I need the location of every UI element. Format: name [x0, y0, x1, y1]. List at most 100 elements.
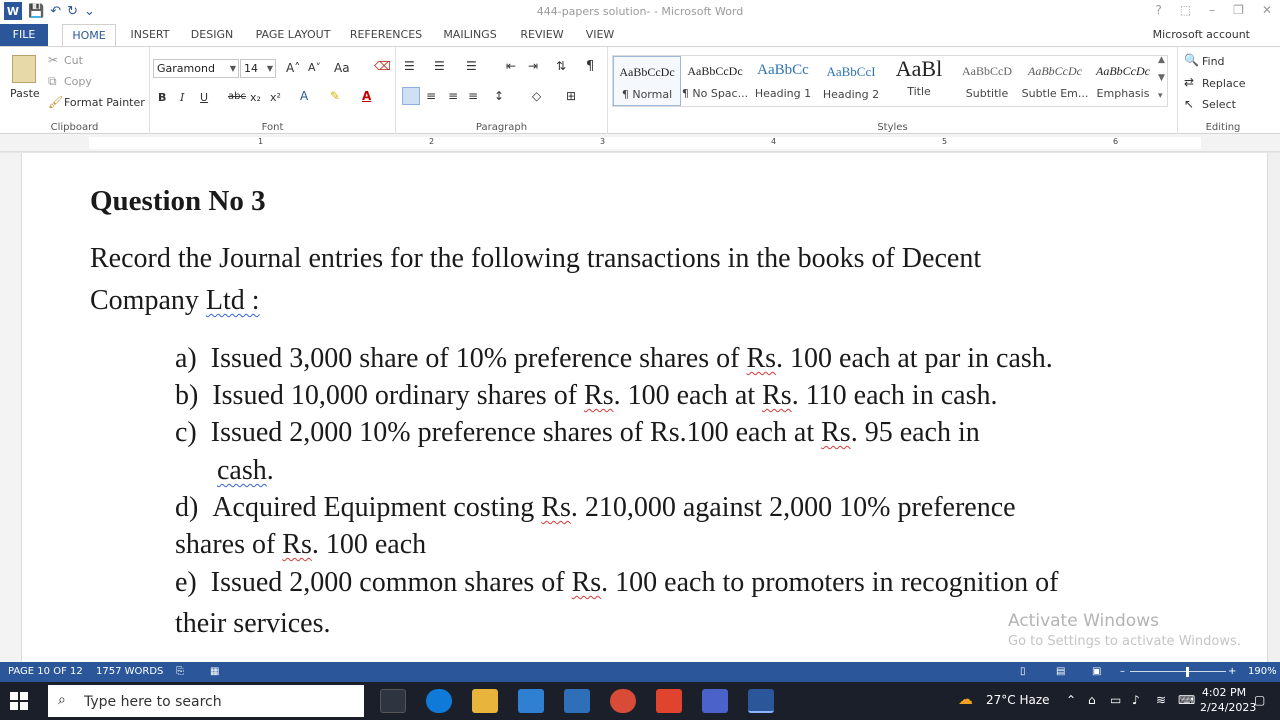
minimize-button[interactable]: –: [1209, 3, 1215, 17]
find-button[interactable]: Find: [1202, 55, 1225, 68]
document-page[interactable]: Question No 3 Record the Journal entries…: [22, 153, 1267, 662]
style-no-spacing[interactable]: AaBbCcDc ¶ No Spac...: [681, 56, 749, 106]
font-name-combo[interactable]: Garamond ▼: [153, 59, 239, 78]
word-taskbar-icon[interactable]: [748, 689, 774, 713]
align-center-icon[interactable]: ≡: [426, 89, 436, 103]
increase-indent-icon[interactable]: ⇥: [528, 59, 538, 73]
page-count[interactable]: PAGE 10 OF 12: [8, 666, 83, 677]
editing-group: 🔍 Find ⇄ Replace ↖ Select Editing: [1178, 47, 1268, 135]
restore-button[interactable]: ❐: [1233, 3, 1244, 17]
style-heading-2[interactable]: AaBbCcI Heading 2: [817, 56, 885, 106]
font-color-icon[interactable]: A: [362, 89, 371, 103]
wifi-icon[interactable]: ≋: [1156, 693, 1166, 707]
style-title[interactable]: AaBl Title: [885, 56, 953, 106]
bold-button[interactable]: B: [158, 91, 166, 104]
format-painter-button[interactable]: Format Painter: [64, 96, 145, 109]
style-normal[interactable]: AaBbCcDc ¶ Normal: [613, 56, 681, 106]
microsoft-account[interactable]: Microsoft account: [1153, 28, 1250, 41]
file-explorer-icon[interactable]: [472, 689, 498, 713]
style-subtle-emphasis[interactable]: AaBbCcDc Subtle Em...: [1021, 56, 1089, 106]
highlight-icon[interactable]: ✎: [330, 89, 340, 103]
paste-icon[interactable]: [12, 55, 36, 83]
web-layout-icon[interactable]: ▣: [1092, 666, 1101, 677]
borders-icon[interactable]: ⊞: [566, 89, 576, 103]
style-emphasis[interactable]: AaBbCcDc Emphasis: [1089, 56, 1157, 106]
cut-button[interactable]: Cut: [64, 54, 83, 67]
gallery-more-icon[interactable]: ▾: [1158, 91, 1163, 101]
line-spacing-icon[interactable]: ↕: [494, 89, 504, 103]
sort-icon[interactable]: ⇅: [556, 59, 566, 73]
align-right-icon[interactable]: ≡: [448, 89, 458, 103]
tab-mailings[interactable]: MAILINGS: [436, 24, 504, 46]
volume-icon[interactable]: ♪: [1132, 693, 1140, 707]
zoom-slider-thumb[interactable]: [1186, 667, 1189, 677]
show-formatting-button[interactable]: ¶: [586, 59, 594, 74]
proofing-icon[interactable]: ⎘: [176, 666, 184, 677]
replace-button[interactable]: Replace: [1202, 77, 1246, 90]
clear-formatting-icon[interactable]: ⌫: [374, 59, 391, 73]
subscript-button[interactable]: x₂: [250, 91, 261, 104]
multilevel-list-icon[interactable]: ☰: [466, 59, 477, 73]
numbering-icon[interactable]: ☰: [434, 59, 445, 73]
tab-references[interactable]: REFERENCES: [346, 24, 426, 46]
show-hidden-icons[interactable]: ⌃: [1066, 693, 1076, 707]
copy-button[interactable]: Copy: [64, 75, 92, 88]
decrease-indent-icon[interactable]: ⇤: [506, 59, 516, 73]
shading-icon[interactable]: ◇: [532, 89, 541, 103]
store-icon[interactable]: [564, 689, 590, 713]
chrome-icon[interactable]: [610, 689, 636, 713]
network-icon[interactable]: ⌂: [1088, 693, 1096, 707]
taskbar-search[interactable]: ⌕ Type here to search: [48, 685, 364, 717]
mail-icon[interactable]: [518, 689, 544, 713]
tab-home[interactable]: HOME: [62, 24, 116, 47]
macro-icon[interactable]: ▦: [210, 666, 219, 677]
underline-button[interactable]: U: [200, 91, 208, 104]
zoom-out-button[interactable]: –: [1120, 666, 1125, 677]
ribbon-display-options-icon[interactable]: ⬚: [1180, 3, 1191, 17]
taskbar-clock[interactable]: 4:02 PM 2/24/2023: [1200, 685, 1256, 715]
edge-icon[interactable]: [426, 689, 452, 713]
tab-design[interactable]: DESIGN: [184, 24, 240, 46]
tab-insert[interactable]: INSERT: [124, 24, 176, 46]
font-size-combo[interactable]: 14 ▼: [240, 59, 276, 78]
print-layout-icon[interactable]: ▤: [1056, 666, 1065, 677]
tab-file[interactable]: FILE: [0, 24, 48, 46]
task-view-icon[interactable]: [380, 689, 406, 713]
horizontal-ruler[interactable]: 1 2 3 4 5 6: [0, 134, 1280, 152]
help-icon[interactable]: ?: [1155, 3, 1161, 17]
vertical-ruler[interactable]: [0, 153, 22, 662]
zoom-slider[interactable]: [1130, 671, 1226, 672]
change-case-button[interactable]: Aa: [334, 61, 350, 75]
paste-button[interactable]: Paste: [10, 87, 40, 100]
close-button[interactable]: ✕: [1262, 3, 1272, 17]
word-count[interactable]: 1757 WORDS: [96, 666, 163, 677]
justify-icon[interactable]: ≡: [468, 89, 478, 103]
tab-view[interactable]: VIEW: [578, 24, 622, 46]
weather-text[interactable]: 27°C Haze: [986, 693, 1050, 707]
style-subtitle[interactable]: AaBbCcD Subtitle: [953, 56, 1021, 106]
app-icon[interactable]: [702, 689, 728, 713]
align-left-icon[interactable]: [402, 87, 420, 105]
strikethrough-button[interactable]: abc: [228, 91, 246, 102]
tab-review[interactable]: REVIEW: [514, 24, 570, 46]
keyboard-icon[interactable]: ⌨: [1178, 693, 1195, 707]
gallery-scroll-up-icon[interactable]: ▲: [1158, 55, 1165, 65]
notifications-icon[interactable]: ▢: [1254, 693, 1265, 707]
vertical-scrollbar[interactable]: [1267, 153, 1280, 662]
tab-page-layout[interactable]: PAGE LAYOUT: [250, 24, 336, 46]
windows-start-icon[interactable]: [10, 692, 28, 710]
recorder-app-icon[interactable]: [656, 689, 682, 713]
battery-icon[interactable]: ▭: [1110, 693, 1121, 707]
zoom-in-button[interactable]: +: [1228, 666, 1236, 677]
style-heading-1[interactable]: AaBbCc Heading 1: [749, 56, 817, 106]
grow-font-button[interactable]: A˄: [286, 61, 300, 75]
select-button[interactable]: Select: [1202, 98, 1236, 111]
bullets-icon[interactable]: ☰: [404, 59, 415, 73]
zoom-level[interactable]: 190%: [1248, 666, 1277, 677]
superscript-button[interactable]: x²: [270, 91, 281, 104]
italic-button[interactable]: I: [180, 91, 184, 104]
text-effects-icon[interactable]: A: [300, 89, 308, 103]
shrink-font-button[interactable]: A˅: [308, 61, 321, 74]
read-mode-icon[interactable]: ▯: [1020, 666, 1026, 677]
gallery-scroll-down-icon[interactable]: ▼: [1158, 73, 1165, 83]
